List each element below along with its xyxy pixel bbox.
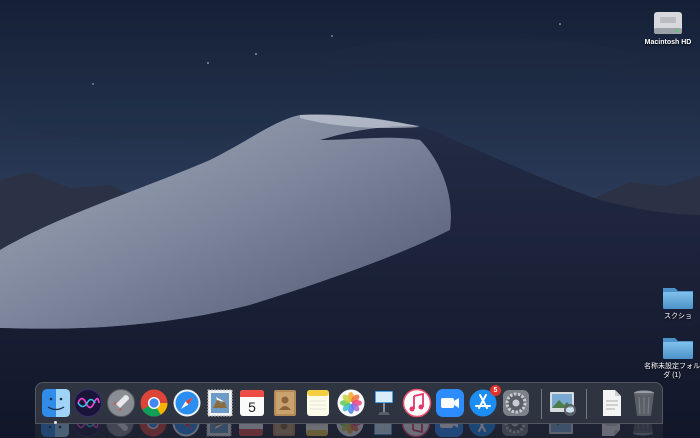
desktop-icon-label: スクショ — [664, 313, 692, 320]
icloud-icon: (1) — [672, 372, 681, 379]
trash-icon — [634, 390, 654, 416]
dock-item-reflection — [468, 424, 496, 437]
dock-item-reflection — [273, 424, 295, 436]
dock-item-reflection: 5 — [239, 424, 263, 436]
dock-item-siri[interactable] — [73, 388, 103, 418]
calendar-icon: 5 — [240, 390, 264, 416]
video-camera-icon — [436, 389, 464, 417]
dock-item-chrome[interactable] — [139, 388, 169, 418]
dock-item-reflection — [106, 424, 134, 437]
dock-item-reflection — [139, 424, 167, 437]
photos-flower-icon — [337, 389, 365, 417]
stamp-icon — [207, 389, 233, 417]
calendar-day: 5 — [248, 399, 256, 415]
dock-item-contacts[interactable] — [270, 388, 300, 418]
preview-icon — [550, 392, 576, 416]
dock-item-safari[interactable] — [172, 388, 202, 418]
dock-item-itunes[interactable] — [402, 388, 432, 418]
dock-item-reflection — [602, 424, 620, 436]
hard-drive-icon — [654, 12, 682, 34]
dock-item-calendar[interactable]: 5 — [237, 388, 267, 418]
dock-item-system-preferences[interactable] — [501, 388, 531, 418]
dock-item-reflection — [435, 424, 463, 437]
dock-item-reflection — [336, 424, 364, 437]
dock-item-reflection — [502, 424, 528, 436]
music-note-icon — [402, 388, 432, 418]
dock-item-notes[interactable] — [303, 388, 333, 418]
compass-icon — [173, 389, 201, 417]
dock-item-finder[interactable] — [41, 388, 71, 424]
contacts-book-icon — [274, 390, 296, 416]
dock-item-document[interactable] — [596, 388, 626, 418]
chrome-icon — [140, 389, 168, 417]
dock-item-reflection — [633, 424, 653, 436]
folder-icon — [663, 338, 693, 359]
dock-reflection: 5 — [35, 424, 663, 438]
desktop-icon-folder-untitled[interactable]: 名称未設定フォルダ (1) — [644, 360, 700, 380]
calendar-day: 5 — [247, 424, 255, 427]
dock-item-launchpad[interactable] — [106, 388, 136, 418]
desktop-icon-folder-sukusho[interactable]: スクショ — [643, 310, 700, 321]
desktop-icon-macintosh-hd[interactable]: Macintosh HD — [633, 36, 700, 47]
dock-item-reflection — [401, 424, 431, 438]
finder-icon — [42, 389, 70, 417]
dock-item-reflection — [172, 424, 200, 437]
desktop[interactable]: Macintosh HD スクショ 名称未設定フォルダ (1) — [0, 0, 700, 438]
dock[interactable]: 5 5 — [35, 382, 663, 424]
dock-item-app-store[interactable]: 5 — [468, 385, 501, 418]
document-icon — [603, 390, 621, 416]
dock-item-reflection — [73, 424, 101, 437]
dock-item-reflection — [41, 424, 69, 437]
notification-badge: 5 — [490, 385, 501, 396]
dock-item-reflection — [206, 424, 232, 437]
notes-icon — [307, 390, 329, 416]
gear-icon — [503, 390, 529, 416]
dock-item-keynote[interactable] — [369, 388, 399, 418]
desktop-icon-label: 名称未設定フォルダ (1) — [644, 363, 700, 379]
dock-item-reflection — [306, 424, 328, 436]
wallpaper — [0, 0, 700, 438]
siri-icon — [74, 389, 102, 417]
keynote-podium-icon — [375, 391, 393, 415]
rocket-icon — [107, 389, 135, 417]
dock-item-preview[interactable] — [548, 388, 578, 418]
dock-item-photos[interactable] — [336, 388, 366, 418]
dock-item-reflection — [374, 424, 392, 435]
dock-separator — [586, 389, 587, 419]
dock-item-zoom[interactable] — [435, 388, 465, 418]
desktop-icon-label: Macintosh HD — [644, 39, 692, 46]
dock-item-reflection — [549, 424, 573, 434]
folder-icon — [663, 288, 693, 309]
dock-separator — [541, 389, 542, 419]
dock-item-mail[interactable] — [205, 388, 235, 418]
dock-item-trash[interactable] — [629, 388, 659, 418]
